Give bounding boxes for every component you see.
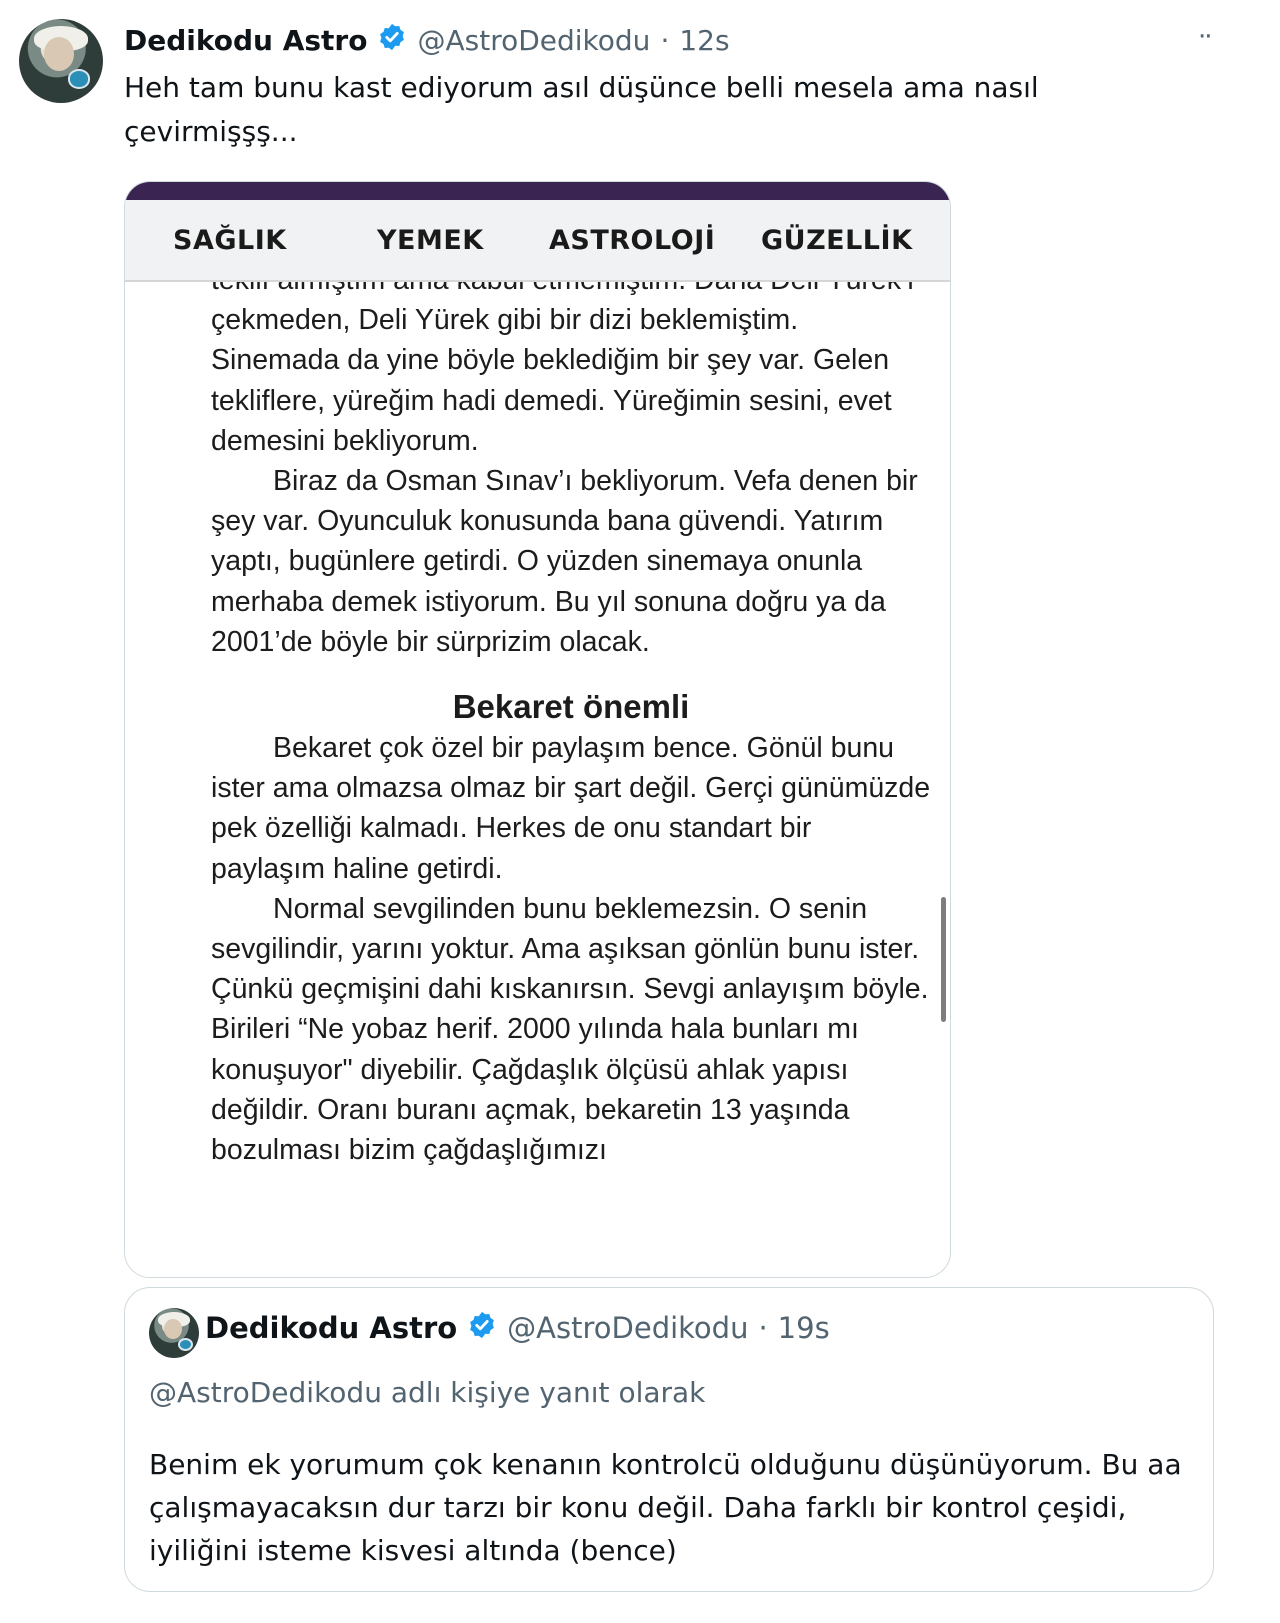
nav-item-guzellik: GÜZELLİK xyxy=(761,224,913,256)
quote-time: 19s xyxy=(777,1311,830,1345)
media-site-nav: SAĞLIK YEMEK ASTROLOJİ GÜZELLİK xyxy=(125,200,950,282)
author-handle[interactable]: @AstroDedikodu xyxy=(417,24,650,57)
quote-author-avatar xyxy=(149,1308,199,1358)
author-name[interactable]: Dedikodu Astro xyxy=(124,24,367,57)
article-body: teklif almıştım ama kabul etmemiştim. Da… xyxy=(125,282,950,1277)
tweet-media[interactable]: SAĞLIK YEMEK ASTROLOJİ GÜZELLİK teklif a… xyxy=(124,181,951,1278)
separator-dot: · xyxy=(660,23,670,57)
more-dots-icon[interactable]: ·· xyxy=(1198,22,1212,52)
article-paragraph: Bekaret çok özel bir paylaşım bence. Gön… xyxy=(211,732,931,885)
quote-author-handle: @AstroDedikodu xyxy=(507,1311,749,1345)
media-site-topbar xyxy=(125,182,950,200)
article-paragraph: teklif almıştım ama kabul etmemiştim. Da… xyxy=(211,282,914,457)
quoted-tweet[interactable]: Dedikodu Astro @AstroDedikodu · 19s @Ast… xyxy=(124,1287,1214,1592)
quote-header: Dedikodu Astro @AstroDedikodu · 19s xyxy=(205,1306,830,1350)
article-paragraph: Biraz da Osman Sınav’ı bekliyorum. Vefa … xyxy=(211,465,918,658)
verified-badge-icon xyxy=(377,22,407,59)
tweet-text: Heh tam bunu kast ediyorum asıl düşünce … xyxy=(124,71,1039,148)
nav-item-saglik: SAĞLIK xyxy=(173,224,287,256)
tweet-header: Dedikodu Astro @AstroDedikodu · 12s xyxy=(124,20,730,60)
reply-context: @AstroDedikodu adlı kişiye yanıt olarak xyxy=(149,1376,706,1409)
nav-item-yemek: YEMEK xyxy=(377,224,484,256)
article-text: teklif almıştım ama kabul etmemiştim. Da… xyxy=(211,282,931,1170)
tweet-time[interactable]: 12s xyxy=(679,24,729,57)
separator-dot: · xyxy=(758,1311,768,1345)
article-scrollbar xyxy=(941,897,946,1022)
verified-badge-icon xyxy=(467,1310,497,1347)
quote-author-name: Dedikodu Astro xyxy=(205,1311,458,1345)
article-paragraph: Normal sevgilinden bunu beklemezsin. O s… xyxy=(211,892,929,1167)
quote-text: Benim ek yorumum çok kenanın kontrolcü o… xyxy=(149,1448,1182,1567)
nav-item-astroloji: ASTROLOJİ xyxy=(549,224,716,256)
article-heading: Bekaret önemli xyxy=(452,688,690,726)
author-avatar[interactable] xyxy=(19,19,103,103)
